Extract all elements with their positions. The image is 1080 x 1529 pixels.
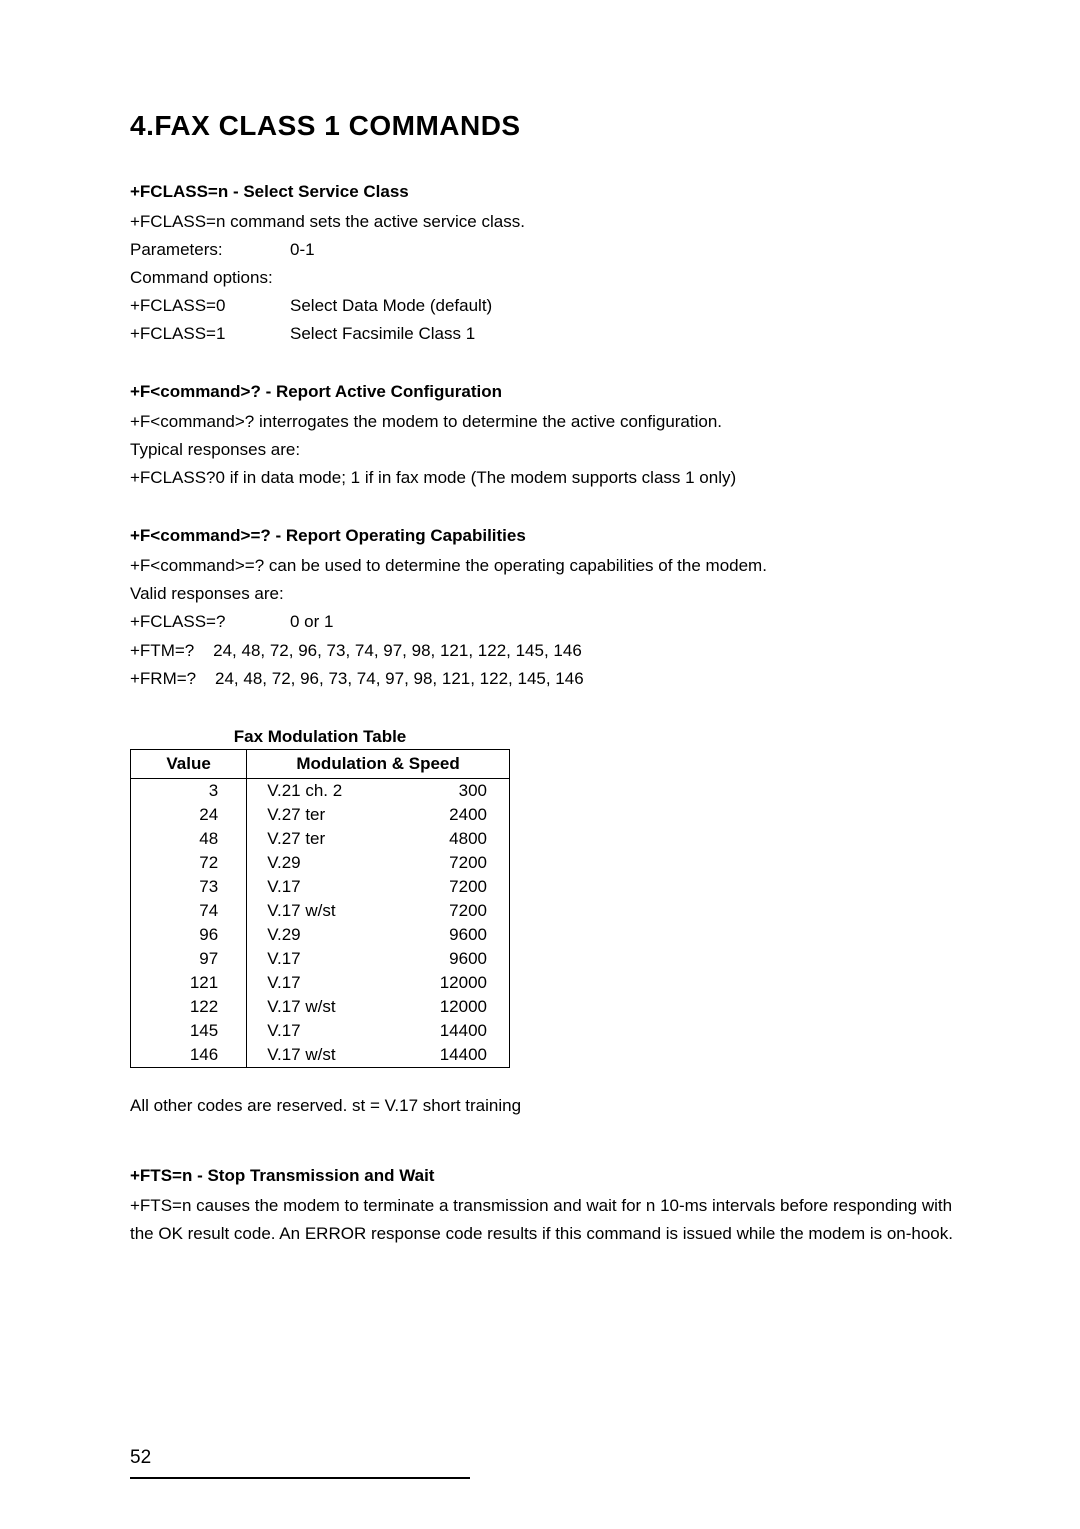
cell-speed: 12000 bbox=[396, 995, 509, 1019]
cell-speed: 7200 bbox=[396, 899, 509, 923]
cell-speed: 9600 bbox=[396, 923, 509, 947]
param-key: Parameters: bbox=[130, 236, 290, 264]
cell-value: 3 bbox=[131, 778, 247, 803]
section-title: +F<command>? - Report Active Configurati… bbox=[130, 382, 960, 402]
cell-modulation: V.29 bbox=[247, 923, 397, 947]
page-number: 52 bbox=[130, 1447, 151, 1469]
section-title: +F<command>=? - Report Operating Capabil… bbox=[130, 526, 960, 546]
cell-speed: 4800 bbox=[396, 827, 509, 851]
section-fclass: +FCLASS=n - Select Service Class +FCLASS… bbox=[130, 182, 960, 348]
cell-value: 48 bbox=[131, 827, 247, 851]
cell-modulation: V.27 ter bbox=[247, 827, 397, 851]
cell-value: 24 bbox=[131, 803, 247, 827]
cell-value: 72 bbox=[131, 851, 247, 875]
body-line: +F<command>? interrogates the modem to d… bbox=[130, 408, 960, 436]
section-report-active: +F<command>? - Report Active Configurati… bbox=[130, 382, 960, 492]
section-title: +FCLASS=n - Select Service Class bbox=[130, 182, 960, 202]
param-key: Command options: bbox=[130, 264, 290, 292]
cell-modulation: V.21 ch. 2 bbox=[247, 778, 397, 803]
body-line: +FTM=? 24, 48, 72, 96, 73, 74, 97, 98, 1… bbox=[130, 637, 960, 665]
section-desc: +FCLASS=n command sets the active servic… bbox=[130, 208, 960, 236]
cell-modulation: V.17 w/st bbox=[247, 995, 397, 1019]
param-key: +FCLASS=0 bbox=[130, 292, 290, 320]
cell-value: 73 bbox=[131, 875, 247, 899]
modulation-table-block: Fax Modulation Table Value Modulation & … bbox=[130, 727, 960, 1116]
section-desc: +FTS=n causes the modem to terminate a t… bbox=[130, 1192, 960, 1248]
table-row: 72V.297200 bbox=[131, 851, 510, 875]
cell-modulation: V.17 w/st bbox=[247, 1043, 397, 1068]
modulation-table: Value Modulation & Speed 3V.21 ch. 23002… bbox=[130, 749, 510, 1068]
table-row: 48V.27 ter4800 bbox=[131, 827, 510, 851]
body-line: +FRM=? 24, 48, 72, 96, 73, 74, 97, 98, 1… bbox=[130, 665, 960, 693]
cell-modulation: V.17 bbox=[247, 1019, 397, 1043]
table-row: 97V.179600 bbox=[131, 947, 510, 971]
table-footnote: All other codes are reserved. st = V.17 … bbox=[130, 1096, 960, 1116]
cell-modulation: V.27 ter bbox=[247, 803, 397, 827]
body-line: +FCLASS?0 if in data mode; 1 if in fax m… bbox=[130, 464, 960, 492]
cell-speed: 7200 bbox=[396, 851, 509, 875]
cell-modulation: V.17 w/st bbox=[247, 899, 397, 923]
table-row: 146V.17 w/st14400 bbox=[131, 1043, 510, 1068]
table-row: 145V.1714400 bbox=[131, 1019, 510, 1043]
table-caption: Fax Modulation Table bbox=[130, 727, 510, 747]
body-line: +F<command>=? can be used to determine t… bbox=[130, 552, 960, 580]
table-row: 122V.17 w/st12000 bbox=[131, 995, 510, 1019]
table-row: 3V.21 ch. 2300 bbox=[131, 778, 510, 803]
param-val: Select Data Mode (default) bbox=[290, 292, 960, 320]
param-key: +FCLASS=1 bbox=[130, 320, 290, 348]
cell-speed: 7200 bbox=[396, 875, 509, 899]
cell-value: 121 bbox=[131, 971, 247, 995]
param-row: +FCLASS=0 Select Data Mode (default) bbox=[130, 292, 960, 320]
param-val: 0 or 1 bbox=[290, 608, 960, 636]
cell-modulation: V.17 bbox=[247, 875, 397, 899]
table-row: 24V.27 ter2400 bbox=[131, 803, 510, 827]
table-row: 74V.17 w/st7200 bbox=[131, 899, 510, 923]
body-line: Valid responses are: bbox=[130, 580, 960, 608]
table-row: 96V.299600 bbox=[131, 923, 510, 947]
cell-speed: 12000 bbox=[396, 971, 509, 995]
cell-value: 96 bbox=[131, 923, 247, 947]
param-key: +FCLASS=? bbox=[130, 608, 290, 636]
table-header-value: Value bbox=[131, 749, 247, 778]
table-row: 121V.1712000 bbox=[131, 971, 510, 995]
body-line: Typical responses are: bbox=[130, 436, 960, 464]
cell-speed: 9600 bbox=[396, 947, 509, 971]
param-row: +FCLASS=? 0 or 1 bbox=[130, 608, 960, 636]
section-title: +FTS=n - Stop Transmission and Wait bbox=[130, 1166, 960, 1186]
param-row: Parameters: 0-1 bbox=[130, 236, 960, 264]
param-row: Command options: bbox=[130, 264, 960, 292]
cell-speed: 14400 bbox=[396, 1019, 509, 1043]
cell-value: 122 bbox=[131, 995, 247, 1019]
table-header-modspeed: Modulation & Speed bbox=[247, 749, 510, 778]
param-val: Select Facsimile Class 1 bbox=[290, 320, 960, 348]
cell-speed: 14400 bbox=[396, 1043, 509, 1068]
document-page: 4.FAX CLASS 1 COMMANDS +FCLASS=n - Selec… bbox=[0, 0, 1080, 1248]
footer-rule bbox=[130, 1477, 470, 1479]
cell-value: 97 bbox=[131, 947, 247, 971]
param-val bbox=[290, 264, 960, 292]
table-row: 73V.177200 bbox=[131, 875, 510, 899]
page-title: 4.FAX CLASS 1 COMMANDS bbox=[130, 110, 960, 142]
cell-value: 74 bbox=[131, 899, 247, 923]
cell-value: 145 bbox=[131, 1019, 247, 1043]
cell-modulation: V.29 bbox=[247, 851, 397, 875]
cell-modulation: V.17 bbox=[247, 947, 397, 971]
cell-speed: 2400 bbox=[396, 803, 509, 827]
cell-value: 146 bbox=[131, 1043, 247, 1068]
param-row: +FCLASS=1 Select Facsimile Class 1 bbox=[130, 320, 960, 348]
section-fts: +FTS=n - Stop Transmission and Wait +FTS… bbox=[130, 1166, 960, 1248]
section-report-caps: +F<command>=? - Report Operating Capabil… bbox=[130, 526, 960, 692]
cell-speed: 300 bbox=[396, 778, 509, 803]
param-val: 0-1 bbox=[290, 236, 960, 264]
cell-modulation: V.17 bbox=[247, 971, 397, 995]
